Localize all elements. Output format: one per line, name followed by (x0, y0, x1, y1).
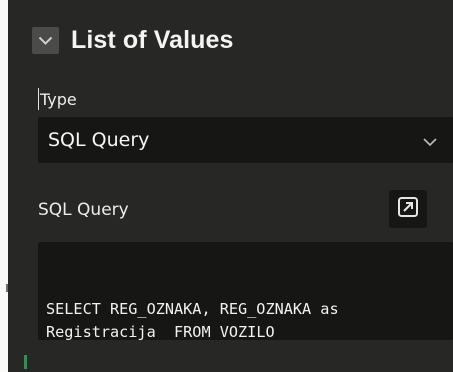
resize-grip-icon[interactable] (440, 327, 450, 337)
code-line: SELECT REG_OZNAKA, REG_OZNAKA as (46, 298, 445, 321)
code-token: SELECT REG_OZNAKA, REG_OZNAKA as (46, 300, 339, 318)
region-title: List of Values (71, 25, 234, 54)
text-cursor (38, 88, 39, 110)
chevron-down-icon (423, 131, 437, 150)
expand-arrow-icon (397, 196, 419, 222)
type-select[interactable]: SQL Query (38, 117, 453, 163)
type-label-text: Type (40, 89, 77, 109)
misspelled-token: Registracija (46, 323, 156, 340)
expand-editor-button[interactable] (389, 190, 427, 228)
region-header: List of Values (32, 22, 234, 58)
code-line: Registracija FROM VOZILO (46, 321, 445, 340)
list-of-values-panel: List of Values Type SQL Query SQL Query … (8, 0, 453, 372)
collapse-button[interactable] (32, 26, 59, 54)
chevron-down-icon (38, 36, 53, 45)
type-label: Type (38, 88, 77, 110)
sql-query-editor[interactable]: SELECT REG_OZNAKA, REG_OZNAKA as Registra… (38, 242, 453, 340)
sql-query-label: SQL Query (38, 200, 129, 220)
code-token: FROM VOZILO (155, 323, 275, 340)
type-select-value: SQL Query (48, 129, 150, 151)
region-edge-marker (24, 355, 27, 369)
